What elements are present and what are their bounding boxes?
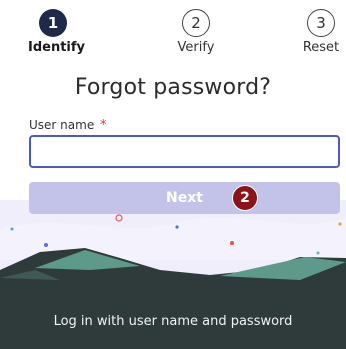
username-label: User name * (29, 118, 107, 133)
step-identify: 1 Identify (28, 9, 86, 55)
annotation-badge: 2 (232, 185, 258, 211)
username-input[interactable] (29, 135, 340, 168)
step-3-indicator: 3 (307, 9, 335, 37)
sky-dot (10, 227, 14, 231)
login-link[interactable]: Log in with user name and password (0, 314, 346, 329)
step-1-label: Identify (28, 40, 86, 55)
sky-dot (338, 222, 342, 226)
username-label-text: User name (29, 118, 95, 132)
sky-dot (175, 225, 179, 229)
step-reset: 3 Reset (298, 9, 344, 55)
step-verify: 2 Verify (168, 9, 224, 55)
sky-dot (230, 241, 234, 245)
sky-dot (316, 251, 320, 255)
next-button[interactable]: Next (29, 182, 340, 214)
progress-stepper: 1 Identify 2 Verify 3 Reset (0, 0, 346, 60)
page-title: Forgot password? (74, 75, 272, 100)
sky-dot (44, 243, 48, 247)
step-2-label: Verify (177, 40, 215, 55)
step-1-indicator: 1 (39, 9, 67, 37)
step-2-indicator: 2 (182, 9, 210, 37)
step-3-label: Reset (302, 40, 340, 55)
required-marker: * (100, 118, 107, 133)
